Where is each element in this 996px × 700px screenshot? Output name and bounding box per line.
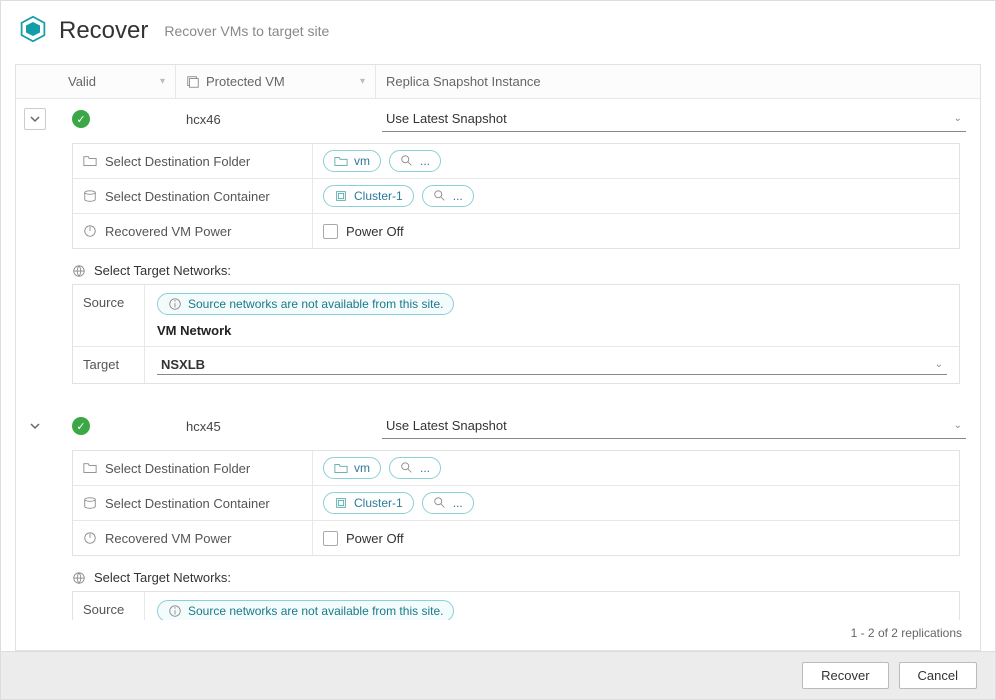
dest-container-value: Cluster-1 bbox=[354, 189, 403, 203]
search-icon bbox=[400, 461, 414, 475]
chevron-down-icon: ⌄ bbox=[935, 359, 943, 370]
expand-toggle[interactable] bbox=[24, 108, 46, 130]
folder-icon bbox=[334, 461, 348, 475]
label-vm-power: Recovered VM Power bbox=[105, 531, 231, 546]
net-source-label: Source bbox=[73, 285, 145, 346]
network-icon bbox=[72, 571, 86, 585]
scroll-area[interactable]: ✓ hcx46 Use Latest Snapshot ⌄ Select Des… bbox=[16, 99, 980, 620]
power-off-checkbox[interactable] bbox=[323, 531, 338, 546]
vm-details: Select Destination Folder vm ... bbox=[72, 450, 960, 620]
dialog-title: Recover bbox=[59, 17, 148, 45]
label-dest-folder: Select Destination Folder bbox=[105, 154, 250, 169]
vm-row: ✓ hcx45 Use Latest Snapshot ⌄ bbox=[16, 406, 980, 446]
info-text: Source networks are not available from t… bbox=[188, 604, 443, 618]
network-icon bbox=[72, 264, 86, 278]
dest-container-pill[interactable]: Cluster-1 bbox=[323, 185, 414, 207]
search-icon bbox=[400, 154, 414, 168]
folder-icon bbox=[83, 154, 97, 168]
label-vm-power: Recovered VM Power bbox=[105, 224, 231, 239]
search-icon bbox=[433, 496, 447, 510]
target-networks-heading: Select Target Networks: bbox=[72, 570, 960, 585]
snapshot-dropdown[interactable]: Use Latest Snapshot ⌄ bbox=[382, 106, 966, 132]
dest-container-pill[interactable]: Cluster-1 bbox=[323, 492, 414, 514]
container-icon bbox=[83, 189, 97, 203]
expand-toggle[interactable] bbox=[24, 415, 46, 437]
search-icon bbox=[433, 189, 447, 203]
info-icon bbox=[168, 604, 182, 618]
chevron-down-icon: ⌄ bbox=[954, 113, 962, 124]
more-label: ... bbox=[453, 496, 463, 510]
more-label: ... bbox=[420, 461, 430, 475]
label-dest-container: Select Destination Container bbox=[105, 189, 270, 204]
net-source-label: Source bbox=[73, 592, 145, 620]
status-ok-icon: ✓ bbox=[72, 110, 90, 128]
filter-icon[interactable]: ▾ bbox=[360, 76, 365, 87]
power-off-label: Power Off bbox=[346, 531, 404, 546]
search-folder-button[interactable]: ... bbox=[389, 457, 441, 479]
info-icon bbox=[168, 297, 182, 311]
column-label: Valid bbox=[68, 74, 96, 89]
recover-button[interactable]: Recover bbox=[802, 662, 888, 689]
folder-icon bbox=[83, 461, 97, 475]
filter-icon[interactable]: ▾ bbox=[160, 76, 165, 87]
column-valid[interactable]: Valid ▾ bbox=[58, 65, 176, 98]
recover-dialog: Recover Recover VMs to target site Valid… bbox=[0, 0, 996, 700]
target-networks-heading: Select Target Networks: bbox=[72, 263, 960, 278]
power-off-checkbox[interactable] bbox=[323, 224, 338, 239]
net-target-label: Target bbox=[73, 347, 145, 383]
power-icon bbox=[83, 531, 97, 545]
cluster-icon bbox=[334, 189, 348, 203]
dialog-footer: Recover Cancel bbox=[1, 651, 995, 699]
folder-icon bbox=[334, 154, 348, 168]
cluster-icon bbox=[334, 496, 348, 510]
snapshot-value: Use Latest Snapshot bbox=[386, 418, 507, 433]
dialog-subtitle: Recover VMs to target site bbox=[164, 23, 329, 39]
info-text: Source networks are not available from t… bbox=[188, 297, 443, 311]
label-dest-folder: Select Destination Folder bbox=[105, 461, 250, 476]
column-snapshot: Replica Snapshot Instance bbox=[376, 65, 980, 98]
dest-folder-value: vm bbox=[354, 461, 370, 475]
vm-stack-icon bbox=[186, 75, 200, 89]
snapshot-dropdown[interactable]: Use Latest Snapshot ⌄ bbox=[382, 413, 966, 439]
chevron-down-icon: ⌄ bbox=[954, 420, 962, 431]
search-folder-button[interactable]: ... bbox=[389, 150, 441, 172]
vm-name: hcx45 bbox=[176, 419, 376, 434]
label-dest-container: Select Destination Container bbox=[105, 496, 270, 511]
dest-folder-pill[interactable]: vm bbox=[323, 457, 381, 479]
more-label: ... bbox=[420, 154, 430, 168]
source-network-value: VM Network bbox=[157, 323, 947, 338]
dest-folder-pill[interactable]: vm bbox=[323, 150, 381, 172]
vm-row: ✓ hcx46 Use Latest Snapshot ⌄ bbox=[16, 99, 980, 139]
search-container-button[interactable]: ... bbox=[422, 185, 474, 207]
source-na-info: Source networks are not available from t… bbox=[157, 600, 454, 620]
snapshot-value: Use Latest Snapshot bbox=[386, 111, 507, 126]
status-ok-icon: ✓ bbox=[72, 417, 90, 435]
vm-name: hcx46 bbox=[176, 112, 376, 127]
column-label: Protected VM bbox=[206, 74, 285, 89]
heading-text: Select Target Networks: bbox=[94, 263, 231, 278]
container-icon bbox=[83, 496, 97, 510]
heading-text: Select Target Networks: bbox=[94, 570, 231, 585]
cancel-button[interactable]: Cancel bbox=[899, 662, 977, 689]
column-header-row: Valid ▾ Protected VM ▾ Replica Snapshot … bbox=[16, 65, 980, 99]
target-network-value: NSXLB bbox=[161, 357, 205, 372]
dest-container-value: Cluster-1 bbox=[354, 496, 403, 510]
dialog-header: Recover Recover VMs to target site bbox=[1, 1, 995, 60]
target-network-dropdown[interactable]: NSXLB ⌄ bbox=[157, 355, 947, 375]
column-protected-vm[interactable]: Protected VM ▾ bbox=[176, 65, 376, 98]
power-icon bbox=[83, 224, 97, 238]
dest-folder-value: vm bbox=[354, 154, 370, 168]
vm-details: Select Destination Folder vm ... bbox=[72, 143, 960, 384]
column-label: Replica Snapshot Instance bbox=[386, 74, 541, 89]
pagination-status: 1 - 2 of 2 replications bbox=[16, 620, 980, 650]
source-na-info: Source networks are not available from t… bbox=[157, 293, 454, 315]
power-off-label: Power Off bbox=[346, 224, 404, 239]
search-container-button[interactable]: ... bbox=[422, 492, 474, 514]
recover-icon bbox=[19, 15, 47, 46]
more-label: ... bbox=[453, 189, 463, 203]
vm-list-frame: Valid ▾ Protected VM ▾ Replica Snapshot … bbox=[15, 64, 981, 651]
